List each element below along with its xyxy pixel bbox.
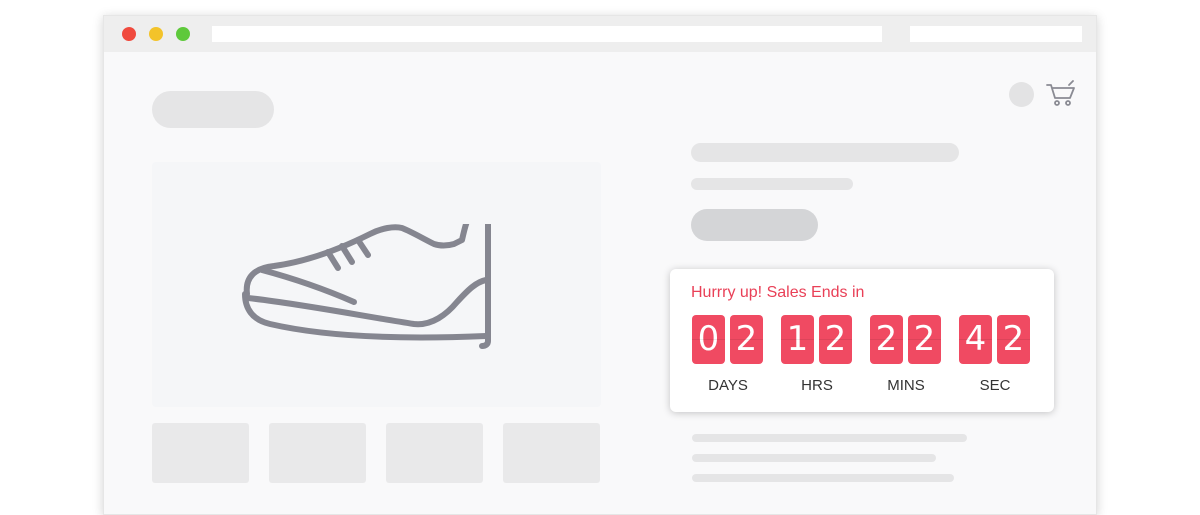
digit: 2	[870, 315, 903, 364]
product-thumbnail[interactable]	[503, 423, 600, 483]
digit: 2	[908, 315, 941, 364]
browser-window: Hurrry up! Sales Ends in 0 2 DAYS 1 2 HR…	[103, 15, 1097, 515]
digit: 2	[819, 315, 852, 364]
minimize-window-button[interactable]	[149, 27, 163, 41]
product-thumbnail[interactable]	[269, 423, 366, 483]
browser-search-bar[interactable]	[910, 26, 1082, 42]
description-line	[692, 474, 954, 482]
browser-titlebar	[104, 16, 1096, 52]
digit: 2	[997, 315, 1030, 364]
buy-button-placeholder[interactable]	[691, 209, 818, 241]
countdown-seconds: 4 2 SEC	[959, 315, 1035, 394]
countdown-heading: Hurrry up! Sales Ends in	[691, 284, 865, 301]
digit: 4	[959, 315, 992, 364]
product-thumbnail[interactable]	[386, 423, 483, 483]
shopping-cart-icon[interactable]	[1046, 79, 1076, 112]
description-line	[692, 434, 967, 442]
digit: 0	[692, 315, 725, 364]
countdown-days: 0 2 DAYS	[692, 315, 768, 394]
countdown-minutes: 2 2 MINS	[870, 315, 946, 394]
digit: 2	[730, 315, 763, 364]
sneaker-icon	[242, 213, 492, 354]
description-line	[692, 454, 936, 462]
product-subtitle-placeholder	[691, 178, 853, 190]
logo-placeholder[interactable]	[152, 91, 274, 128]
digit: 1	[781, 315, 814, 364]
product-thumbnail[interactable]	[152, 423, 249, 483]
unit-label: HRS	[801, 377, 833, 394]
product-title-placeholder	[691, 143, 959, 162]
maximize-window-button[interactable]	[176, 27, 190, 41]
address-bar[interactable]	[212, 26, 882, 42]
product-image[interactable]	[152, 162, 601, 407]
unit-label: SEC	[979, 377, 1011, 394]
close-window-button[interactable]	[122, 27, 136, 41]
unit-label: DAYS	[708, 377, 748, 394]
countdown-hours: 1 2 HRS	[781, 315, 857, 394]
unit-label: MINS	[887, 377, 925, 394]
avatar[interactable]	[1009, 82, 1034, 107]
countdown-timer: Hurrry up! Sales Ends in 0 2 DAYS 1 2 HR…	[670, 269, 1054, 412]
